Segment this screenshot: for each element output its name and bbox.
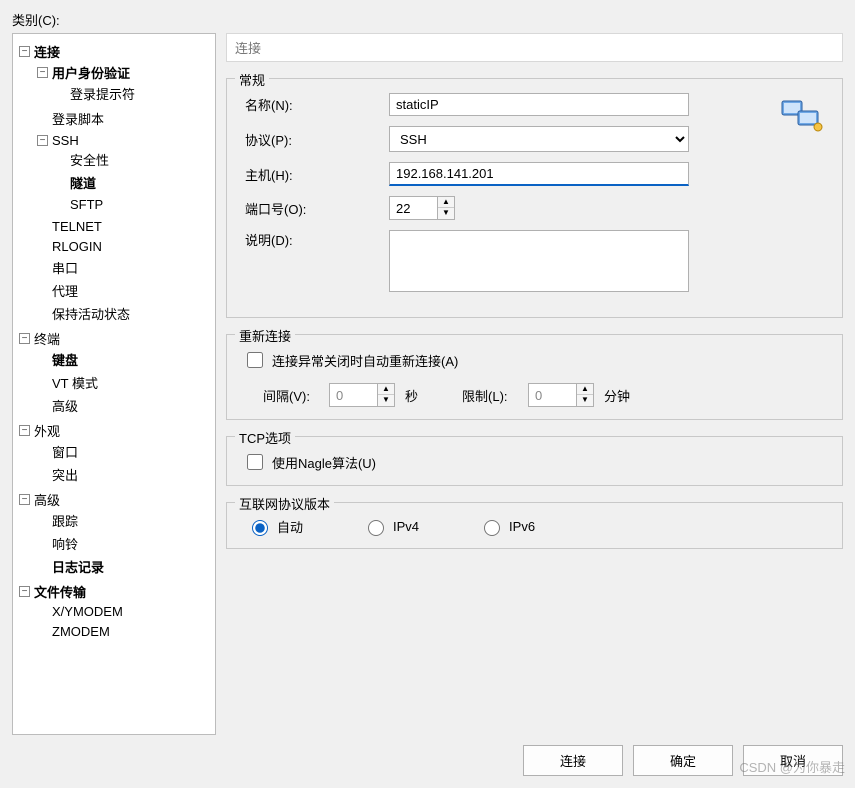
page-title: 连接 bbox=[226, 33, 843, 62]
tree-item-trace[interactable]: 跟踪 bbox=[52, 514, 78, 529]
legend-ipversion: 互联网协议版本 bbox=[235, 494, 334, 513]
radio-ipv6-label: IPv6 bbox=[509, 519, 535, 534]
label-port: 端口号(O): bbox=[239, 199, 389, 218]
tree-item-ssh[interactable]: SSH bbox=[52, 133, 79, 148]
radio-ip-auto-label: 自动 bbox=[277, 517, 303, 536]
tree-item-connection[interactable]: 连接 bbox=[34, 45, 60, 60]
interval-spin-up[interactable]: ▲ bbox=[378, 384, 394, 395]
radio-ipv6[interactable] bbox=[484, 520, 500, 536]
port-spin-down[interactable]: ▼ bbox=[438, 208, 454, 219]
description-textarea[interactable] bbox=[389, 230, 689, 292]
tree-toggle-ssh[interactable] bbox=[37, 135, 48, 146]
tree-item-proxy[interactable]: 代理 bbox=[52, 284, 78, 299]
legend-reconnect: 重新连接 bbox=[235, 326, 295, 345]
nagle-checkbox[interactable] bbox=[247, 454, 263, 470]
label-limit: 限制(L): bbox=[462, 386, 518, 405]
tree-item-keepalive[interactable]: 保持活动状态 bbox=[52, 307, 130, 322]
port-input[interactable] bbox=[389, 196, 437, 220]
interval-spin-down[interactable]: ▼ bbox=[378, 395, 394, 406]
tree-item-bell[interactable]: 响铃 bbox=[52, 537, 78, 552]
tree-item-userauth[interactable]: 用户身份验证 bbox=[52, 66, 130, 81]
label-name: 名称(N): bbox=[239, 95, 389, 114]
limit-spin-down[interactable]: ▼ bbox=[577, 395, 593, 406]
nagle-label: 使用Nagle算法(U) bbox=[272, 453, 376, 472]
unit-seconds: 秒 bbox=[405, 386, 418, 405]
protocol-select[interactable]: SSH bbox=[389, 126, 689, 152]
tree-toggle-connection[interactable] bbox=[19, 46, 30, 57]
interval-input[interactable] bbox=[329, 383, 377, 407]
tree-toggle-advanced[interactable] bbox=[19, 494, 30, 505]
label-host: 主机(H): bbox=[239, 165, 389, 184]
radio-ipv4[interactable] bbox=[368, 520, 384, 536]
cancel-button[interactable]: 取消 bbox=[743, 745, 843, 776]
radio-ipv4-label: IPv4 bbox=[393, 519, 419, 534]
tree-item-tunnel[interactable]: 隧道 bbox=[70, 176, 96, 191]
connect-button[interactable]: 连接 bbox=[523, 745, 623, 776]
host-input[interactable] bbox=[389, 162, 689, 186]
tree-toggle-terminal[interactable] bbox=[19, 333, 30, 344]
category-label: 类别(C): bbox=[12, 10, 843, 29]
tree-item-zmodem[interactable]: ZMODEM bbox=[52, 624, 110, 639]
label-interval: 间隔(V): bbox=[263, 386, 319, 405]
tree-toggle-appearance[interactable] bbox=[19, 425, 30, 436]
legend-general: 常规 bbox=[235, 70, 269, 89]
label-description: 说明(D): bbox=[239, 230, 389, 249]
tree-item-adv-term[interactable]: 高级 bbox=[52, 399, 78, 414]
legend-tcp: TCP选项 bbox=[235, 428, 295, 447]
auto-reconnect-label: 连接异常关闭时自动重新连接(A) bbox=[272, 351, 458, 370]
category-tree[interactable]: 连接 用户身份验证 登录提示符 登录脚本 SSH 安全性 隧道 bbox=[12, 33, 216, 735]
tree-item-window[interactable]: 窗口 bbox=[52, 445, 78, 460]
limit-input[interactable] bbox=[528, 383, 576, 407]
tree-item-rlogin[interactable]: RLOGIN bbox=[52, 239, 102, 254]
tree-item-keyboard[interactable]: 键盘 bbox=[52, 353, 78, 368]
tree-item-serial[interactable]: 串口 bbox=[52, 261, 78, 276]
port-spin-up[interactable]: ▲ bbox=[438, 197, 454, 208]
ok-button[interactable]: 确定 bbox=[633, 745, 733, 776]
tree-item-security[interactable]: 安全性 bbox=[70, 153, 109, 168]
tree-item-login-prompt[interactable]: 登录提示符 bbox=[70, 87, 135, 102]
group-general: 常规 名称(N): 协议(P): SSH bbox=[226, 78, 843, 318]
tree-item-telnet[interactable]: TELNET bbox=[52, 219, 102, 234]
tree-item-vtmode[interactable]: VT 模式 bbox=[52, 376, 98, 391]
name-input[interactable] bbox=[389, 93, 689, 116]
group-tcp: TCP选项 使用Nagle算法(U) bbox=[226, 436, 843, 486]
network-computers-icon bbox=[780, 97, 824, 136]
limit-spin-up[interactable]: ▲ bbox=[577, 384, 593, 395]
radio-ip-auto[interactable] bbox=[252, 520, 268, 536]
tree-item-appearance[interactable]: 外观 bbox=[34, 424, 60, 439]
tree-item-advanced[interactable]: 高级 bbox=[34, 493, 60, 508]
tree-item-terminal[interactable]: 终端 bbox=[34, 332, 60, 347]
auto-reconnect-checkbox[interactable] bbox=[247, 352, 263, 368]
tree-item-filetransfer[interactable]: 文件传输 bbox=[34, 585, 86, 600]
tree-item-logging[interactable]: 日志记录 bbox=[52, 560, 104, 575]
tree-item-sftp[interactable]: SFTP bbox=[70, 197, 103, 212]
tree-item-highlight[interactable]: 突出 bbox=[52, 468, 78, 483]
label-protocol: 协议(P): bbox=[239, 130, 389, 149]
group-reconnect: 重新连接 连接异常关闭时自动重新连接(A) 间隔(V): ▲▼ 秒 限制(L): bbox=[226, 334, 843, 420]
tree-item-login-script[interactable]: 登录脚本 bbox=[52, 112, 104, 127]
group-ipversion: 互联网协议版本 自动 IPv4 IPv6 bbox=[226, 502, 843, 549]
tree-toggle-userauth[interactable] bbox=[37, 67, 48, 78]
unit-minutes: 分钟 bbox=[604, 386, 630, 405]
tree-toggle-filetransfer[interactable] bbox=[19, 586, 30, 597]
tree-item-xymodem[interactable]: X/YMODEM bbox=[52, 604, 123, 619]
